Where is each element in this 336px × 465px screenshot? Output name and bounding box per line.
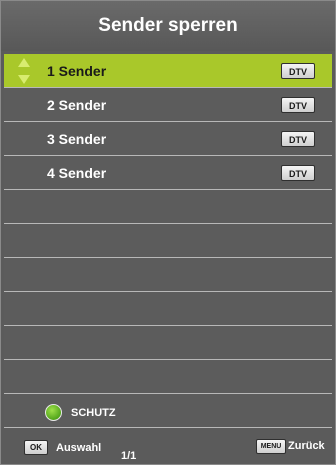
dtv-badge: DTV [281, 63, 315, 79]
empty-row [4, 292, 332, 326]
up-down-arrows-icon [18, 58, 30, 84]
zurueck-label: Zurück [288, 440, 325, 452]
empty-row [4, 190, 332, 224]
channel-row-2[interactable]: 2 Sender DTV [4, 88, 332, 122]
empty-row [4, 360, 332, 394]
channel-label: 4 Sender [47, 165, 107, 181]
page-indicator: 1/1 [121, 450, 137, 462]
menu-key[interactable]: MENU [256, 439, 286, 454]
channel-label: 2 Sender [47, 97, 107, 113]
empty-row [4, 326, 332, 360]
channel-row-4[interactable]: 4 Sender DTV [4, 156, 332, 190]
channel-list: 1 Sender DTV 2 Sender DTV 3 Sender DTV 4… [4, 54, 332, 428]
ok-key[interactable]: OK [24, 440, 48, 455]
dtv-badge: DTV [281, 97, 315, 113]
dtv-badge: DTV [281, 165, 315, 181]
footer: SCHUTZ OK Auswahl 1/1 MENU Zurück [1, 396, 335, 464]
channel-row-1[interactable]: 1 Sender DTV [4, 54, 332, 88]
schutz-label: SCHUTZ [71, 407, 116, 419]
channel-row-3[interactable]: 3 Sender DTV [4, 122, 332, 156]
auswahl-label: Auswahl [56, 442, 102, 454]
channel-label: 1 Sender [47, 63, 107, 79]
channel-lock-panel: Sender sperren 1 Sender DTV 2 Sender DTV… [0, 0, 336, 465]
green-circle-icon[interactable] [45, 404, 62, 421]
dtv-badge: DTV [281, 131, 315, 147]
page-title: Sender sperren [1, 1, 335, 51]
empty-row [4, 224, 332, 258]
empty-row [4, 258, 332, 292]
channel-label: 3 Sender [47, 131, 107, 147]
